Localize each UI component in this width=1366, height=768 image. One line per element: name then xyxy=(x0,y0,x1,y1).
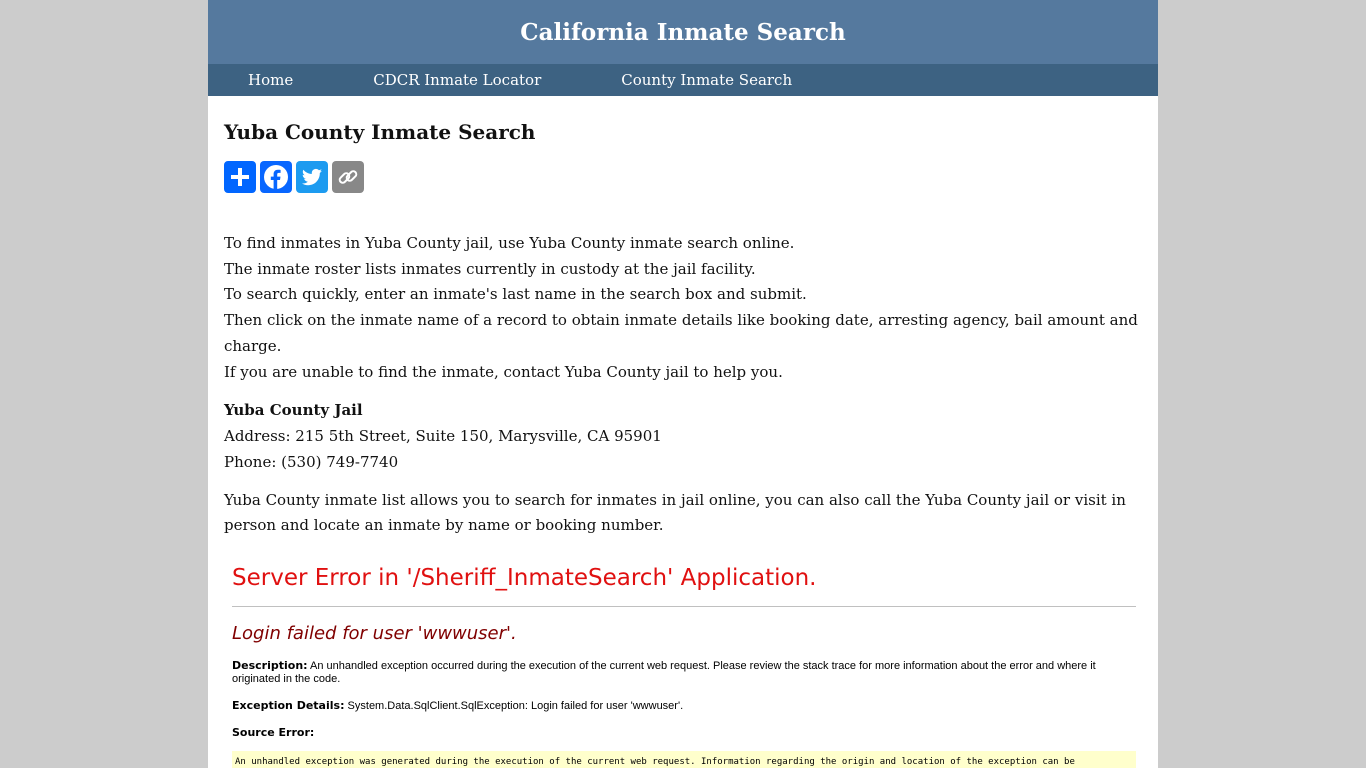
nav-cdcr-inmate-locator-link[interactable]: CDCR Inmate Locator xyxy=(373,71,541,89)
jail-contact: Yuba County Jail Address: 215 5th Street… xyxy=(224,398,1142,475)
intro-line: If you are unable to find the inmate, co… xyxy=(224,362,783,381)
error-subtitle: Login failed for user 'wwwuser'. xyxy=(232,623,517,645)
error-description-text: An unhandled exception occurred during t… xyxy=(232,660,1096,686)
facebook-icon xyxy=(264,165,288,189)
intro-line: The inmate roster lists inmates currentl… xyxy=(224,259,756,278)
share-plus-icon xyxy=(231,168,249,186)
embedded-server-error: Server Error in '/Sheriff_InmateSearch' … xyxy=(232,562,1136,768)
error-divider xyxy=(232,606,1136,608)
copy-link-icon xyxy=(338,170,358,184)
twitter-share-button[interactable] xyxy=(296,161,328,193)
error-source-label: Source Error: xyxy=(232,726,315,740)
error-description: Description: An unhandled exception occu… xyxy=(232,659,1136,686)
intro-line: To find inmates in Yuba County jail, use… xyxy=(224,234,795,252)
intro-text: To find inmates in Yuba County jail, use… xyxy=(224,231,1142,385)
error-description-label: Description: xyxy=(232,659,308,673)
site-title[interactable]: California Inmate Search xyxy=(520,19,845,46)
error-title: Server Error in '/Sheriff_InmateSearch' … xyxy=(232,565,817,592)
main-nav: Home CDCR Inmate Locator County Inmate S… xyxy=(208,64,1158,96)
share-button[interactable] xyxy=(224,161,256,193)
error-exception-details: Exception Details: System.Data.SqlClient… xyxy=(232,699,1136,713)
jail-phone: Phone: (530) 749-7740 xyxy=(224,452,399,471)
inmate-list-description: Yuba County inmate list allows you to se… xyxy=(224,491,1126,535)
page-container: California Inmate Search Home CDCR Inmat… xyxy=(208,0,1158,768)
page-title: Yuba County Inmate Search xyxy=(224,120,536,144)
main-content: Yuba County Inmate Search To find inmate… xyxy=(208,120,1158,768)
copy-link-button[interactable] xyxy=(332,161,364,193)
error-source-box: An unhandled exception was generated dur… xyxy=(232,751,1136,768)
intro-line: Then click on the inmate name of a recor… xyxy=(224,311,1138,355)
facebook-share-button[interactable] xyxy=(260,161,292,193)
site-header: California Inmate Search xyxy=(208,0,1158,64)
twitter-icon xyxy=(301,168,322,186)
error-exception-label: Exception Details: xyxy=(232,699,345,713)
share-buttons xyxy=(224,161,1142,193)
intro-line: To search quickly, enter an inmate's las… xyxy=(224,285,807,304)
jail-address: Address: 215 5th Street, Suite 150, Mary… xyxy=(224,426,662,445)
nav-home-link[interactable]: Home xyxy=(248,71,293,89)
error-exception-text: System.Data.SqlClient.SqlException: Logi… xyxy=(347,700,684,713)
jail-name: Yuba County Jail xyxy=(224,401,363,420)
nav-county-inmate-search-link[interactable]: County Inmate Search xyxy=(621,71,792,89)
